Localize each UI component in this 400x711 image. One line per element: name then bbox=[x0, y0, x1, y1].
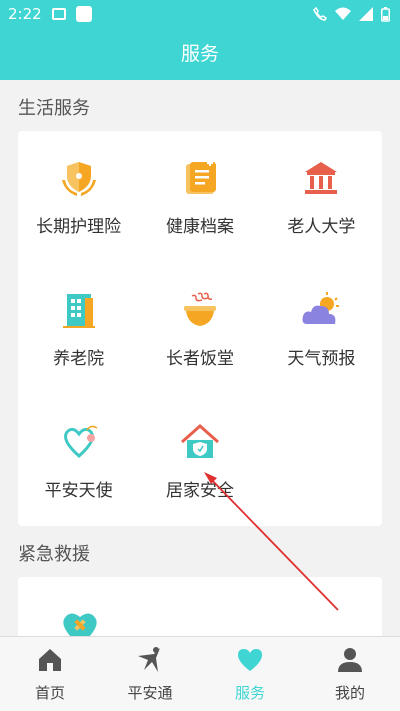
heart-icon bbox=[238, 648, 262, 671]
phone-wifi-icon bbox=[313, 7, 327, 21]
wifi-icon bbox=[335, 7, 351, 20]
service-label: 平安天使 bbox=[44, 480, 113, 501]
tab-label: 服务 bbox=[234, 683, 265, 702]
insurance-shield-icon bbox=[61, 162, 96, 197]
service-health-record[interactable]: 健康档案 bbox=[139, 131, 260, 263]
home-shield-icon bbox=[180, 423, 219, 458]
section-title-life-services: 生活服务 bbox=[18, 98, 90, 119]
service-label: 居家安全 bbox=[165, 480, 234, 501]
tab-home[interactable]: 首页 bbox=[0, 637, 100, 711]
tab-services[interactable]: 服务 bbox=[200, 637, 300, 711]
health-record-icon bbox=[185, 160, 216, 195]
section-title-emergency: 紧急救援 bbox=[18, 544, 90, 565]
status-bar: 2:22 bbox=[0, 0, 400, 28]
app-notification-icon bbox=[75, 6, 92, 22]
image-notification-icon bbox=[51, 8, 66, 20]
angel-heart-icon bbox=[63, 425, 98, 458]
service-label: 养老院 bbox=[53, 348, 105, 369]
person-icon bbox=[338, 647, 362, 672]
service-label: 长期护理险 bbox=[36, 217, 122, 238]
nursing-home-building-icon bbox=[62, 293, 95, 328]
rice-bowl-icon bbox=[183, 292, 216, 326]
service-long-term-care[interactable]: 长期护理险 bbox=[18, 131, 139, 263]
service-senior-canteen[interactable]: 长者饭堂 bbox=[139, 263, 260, 395]
tab-pingantong[interactable]: 平安通 bbox=[100, 637, 200, 711]
signal-icon bbox=[359, 7, 373, 21]
service-nursing-home[interactable]: 养老院 bbox=[18, 263, 139, 395]
bottom-tab-bar: 首页 平安通 服务 我的 bbox=[0, 636, 400, 711]
app-header: 2:22 服务 bbox=[0, 0, 400, 80]
status-time: 2:22 bbox=[8, 5, 42, 23]
battery-icon bbox=[381, 6, 390, 22]
service-label: 天气预报 bbox=[287, 348, 356, 369]
tab-label: 平安通 bbox=[127, 683, 173, 702]
figure-icon bbox=[138, 646, 160, 672]
service-label: 健康档案 bbox=[165, 217, 234, 238]
tab-label: 我的 bbox=[334, 683, 365, 702]
service-safety-angel[interactable]: 平安天使 bbox=[18, 394, 139, 526]
tab-mine[interactable]: 我的 bbox=[300, 637, 400, 711]
tab-label: 首页 bbox=[34, 683, 65, 702]
service-label: 长者饭堂 bbox=[165, 348, 234, 369]
service-label: 老人大学 bbox=[287, 217, 356, 238]
life-services-card: 长期护理险 健康档案 老人大学 养老院 长者饭堂 天气预报 平安天使 居家安全 bbox=[18, 131, 382, 526]
home-icon bbox=[39, 648, 61, 671]
university-building-icon bbox=[305, 162, 338, 195]
weather-cloud-sun-icon bbox=[302, 291, 340, 324]
empty-cell bbox=[261, 394, 382, 526]
service-senior-university[interactable]: 老人大学 bbox=[261, 131, 382, 263]
page-title: 服务 bbox=[180, 43, 219, 65]
service-home-safety[interactable]: 居家安全 bbox=[139, 394, 260, 526]
service-weather[interactable]: 天气预报 bbox=[261, 263, 382, 395]
